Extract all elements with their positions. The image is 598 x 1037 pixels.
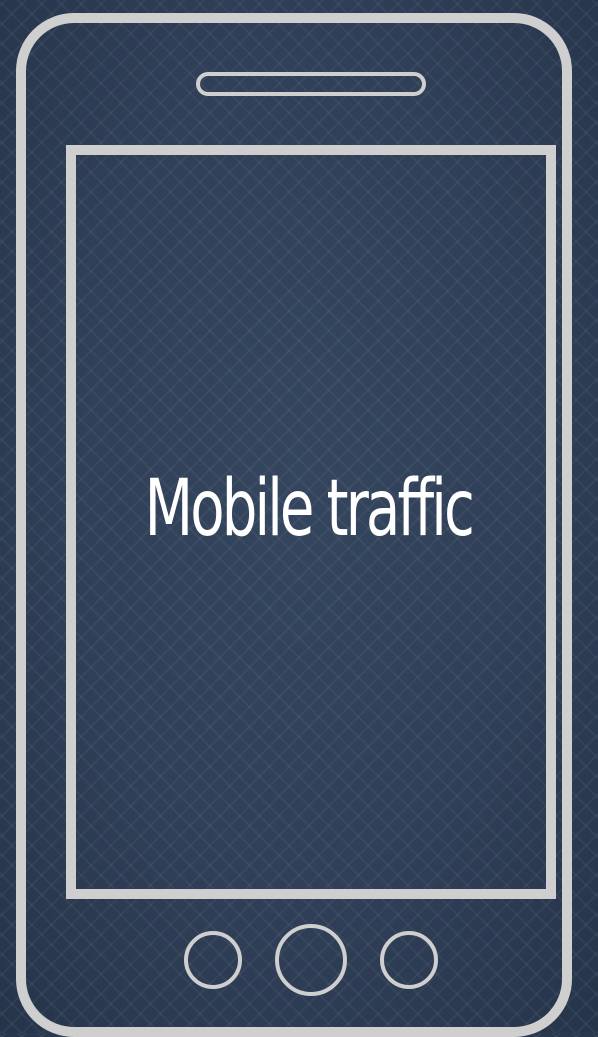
home-circle-button-icon [275,924,347,996]
earpiece-slot [196,72,426,96]
left-circle-button-icon [184,931,242,989]
right-circle-button-icon [380,931,438,989]
phone-screen: Mobile traffic [66,145,556,899]
screen-title: Mobile traffic [144,464,474,554]
